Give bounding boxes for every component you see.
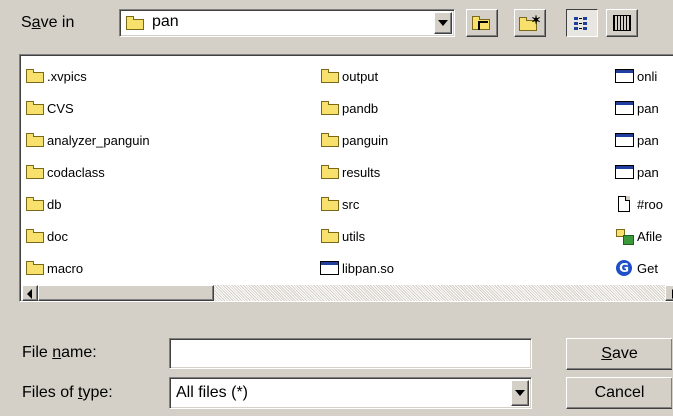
list-item[interactable]: pandb (320, 97, 378, 119)
arrow-left-icon (27, 289, 32, 299)
window-file-icon (320, 260, 340, 276)
file-list[interactable]: .xvpics CVS analyzer_panguin codaclass d… (19, 54, 673, 302)
file-type-dropdown-button[interactable] (511, 380, 529, 406)
up-one-level-button[interactable] (466, 9, 498, 37)
folder-icon (25, 132, 45, 148)
folder-open-icon (126, 16, 146, 30)
list-item[interactable]: CVS (25, 97, 74, 119)
horizontal-scrollbar[interactable] (22, 285, 673, 301)
list-item[interactable]: G Get (615, 257, 658, 279)
details-view-button[interactable] (606, 9, 638, 37)
folder-icon (320, 196, 340, 212)
getright-icon: G (615, 260, 635, 276)
list-item[interactable]: pan (615, 129, 659, 151)
details-view-icon (613, 15, 631, 31)
save-in-combo[interactable]: pan (119, 9, 455, 37)
list-item[interactable]: src (320, 193, 359, 215)
shortcut-icon (615, 228, 635, 245)
list-item[interactable]: #roo (615, 193, 663, 215)
window-file-icon (615, 132, 635, 148)
save-in-label: Save in (21, 14, 75, 31)
list-item[interactable]: .xvpics (25, 65, 87, 87)
folder-icon (25, 68, 45, 84)
save-button[interactable]: Save (566, 338, 672, 370)
list-item[interactable]: libpan.so (320, 257, 394, 279)
list-item[interactable]: panguin (320, 129, 388, 151)
file-name-label: File name: (22, 344, 97, 361)
folder-icon (25, 196, 45, 212)
list-item[interactable]: pan (615, 97, 659, 119)
scrollbar-thumb[interactable] (38, 285, 214, 301)
list-item[interactable]: Afile (615, 225, 662, 247)
list-item[interactable]: db (25, 193, 61, 215)
folder-icon (320, 132, 340, 148)
list-item[interactable]: utils (320, 225, 365, 247)
window-file-icon (615, 100, 635, 116)
folder-up-icon (472, 15, 492, 31)
folder-icon (25, 228, 45, 244)
list-view-button[interactable] (566, 9, 598, 37)
folder-icon (25, 100, 45, 116)
file-type-combo[interactable]: All files (*) (169, 377, 532, 409)
file-name-input[interactable] (169, 338, 532, 369)
window-file-icon (615, 68, 635, 84)
list-item[interactable]: doc (25, 225, 68, 247)
folder-icon (320, 228, 340, 244)
list-item[interactable]: output (320, 65, 378, 87)
window-file-icon (615, 164, 635, 180)
folder-icon (25, 260, 45, 276)
list-item[interactable]: analyzer_panguin (25, 129, 150, 151)
document-icon (615, 196, 635, 212)
folder-icon (320, 100, 340, 116)
file-type-label: Files of type: (22, 384, 113, 401)
save-in-dropdown-button[interactable] (434, 12, 452, 34)
chevron-down-icon (515, 390, 525, 396)
list-item[interactable]: onli (615, 65, 657, 87)
file-type-value: All files (*) (176, 384, 249, 401)
cancel-button[interactable]: Cancel (566, 377, 672, 409)
save-in-value: pan (152, 13, 179, 30)
folder-icon (320, 164, 340, 180)
new-folder-icon: ✶ (519, 14, 541, 32)
folder-icon (320, 68, 340, 84)
folder-icon (25, 164, 45, 180)
scroll-right-button[interactable] (665, 285, 673, 301)
list-item[interactable]: results (320, 161, 380, 183)
chevron-down-icon (438, 20, 448, 26)
list-item[interactable]: macro (25, 257, 83, 279)
create-new-folder-button[interactable]: ✶ (514, 9, 546, 37)
list-item[interactable]: codaclass (25, 161, 105, 183)
scroll-left-button[interactable] (22, 285, 38, 301)
list-view-icon (574, 16, 590, 30)
list-item[interactable]: pan (615, 161, 659, 183)
